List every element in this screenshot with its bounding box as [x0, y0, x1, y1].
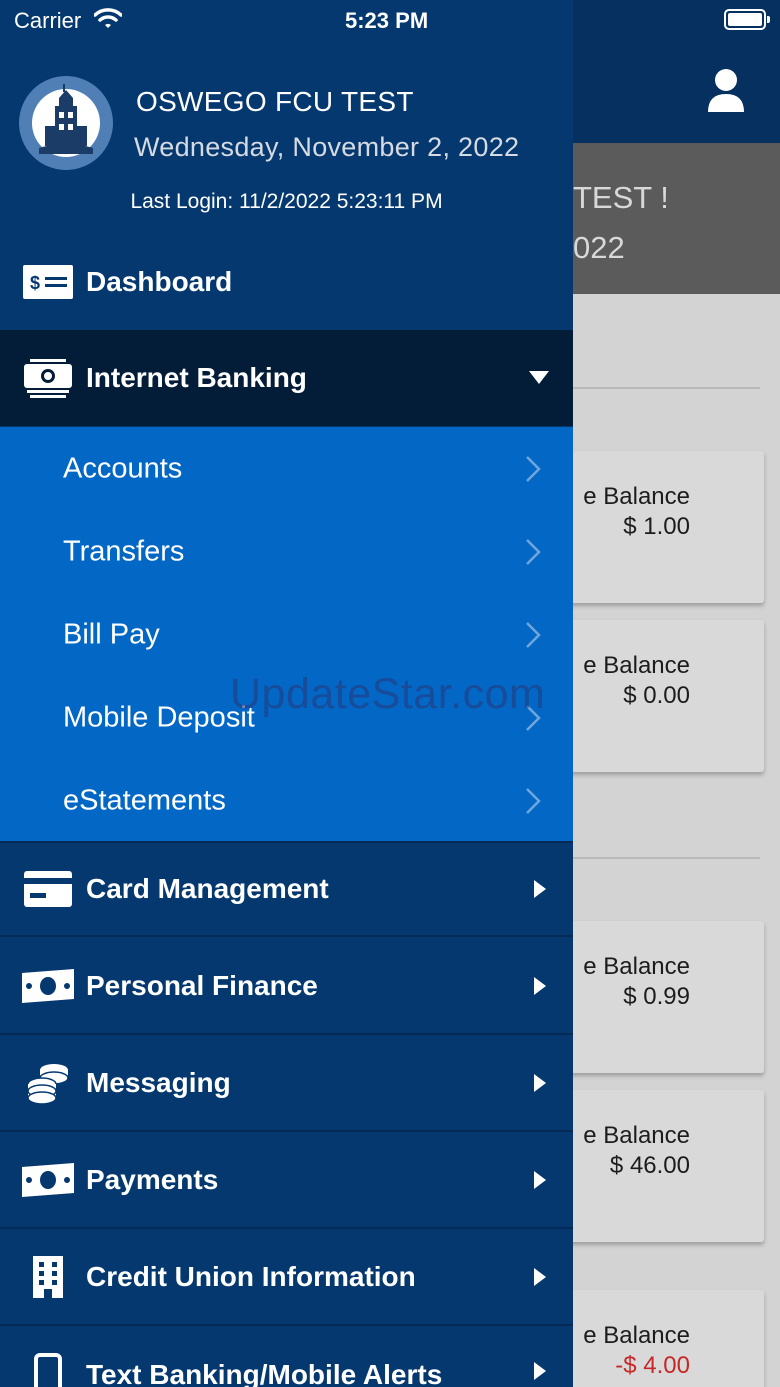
- menu-label: Payments: [86, 1164, 219, 1195]
- caret-right-icon: [534, 1074, 546, 1092]
- cash-icon: [22, 1158, 74, 1202]
- menu-item-personal-finance[interactable]: Personal Finance: [0, 939, 573, 1035]
- menu-label: Messaging: [86, 1067, 231, 1098]
- navigation-drawer: OSWEGO FCU TEST Wednesday, November 2, 2…: [0, 0, 573, 1387]
- last-login-text: Last Login: 11/2/2022 5:23:11 PM: [130, 190, 443, 213]
- menu-item-payments[interactable]: Payments: [0, 1133, 573, 1229]
- menu-label: Personal Finance: [86, 970, 318, 1001]
- svg-text:$: $: [30, 273, 40, 293]
- balance-label: e Balance: [583, 483, 690, 510]
- welcome-text: TEST !: [573, 180, 669, 215]
- chevron-right-icon: [526, 787, 541, 814]
- balance-label: e Balance: [583, 1322, 690, 1349]
- submenu-label: Mobile Deposit: [63, 701, 255, 733]
- menu-label: Credit Union Information: [86, 1261, 416, 1292]
- balance-value: $ 1.00: [623, 513, 690, 540]
- balance-value: $ 0.00: [623, 682, 690, 709]
- cash-icon: [22, 964, 74, 1008]
- balance-label: e Balance: [583, 1122, 690, 1149]
- carrier-name: Carrier: [14, 8, 82, 33]
- menu-label: Dashboard: [86, 266, 233, 297]
- dollar-bill-icon: $: [22, 260, 74, 304]
- menu-item-messaging[interactable]: Messaging: [0, 1036, 573, 1132]
- account-card[interactable]: e Balance $ 0.00: [540, 620, 764, 772]
- submenu-item-accounts[interactable]: Accounts: [0, 427, 573, 510]
- organization-name: OSWEGO FCU TEST: [136, 86, 414, 117]
- wifi-icon: [94, 8, 122, 28]
- submenu-item-mobile-deposit[interactable]: Mobile Deposit: [0, 676, 573, 759]
- submenu-label: Transfers: [63, 535, 185, 567]
- balance-label: e Balance: [583, 953, 690, 980]
- menu-label: Card Management: [86, 873, 329, 904]
- submenu-item-transfers[interactable]: Transfers: [0, 510, 573, 593]
- account-card[interactable]: e Balance $ 46.00: [540, 1090, 764, 1242]
- chevron-right-icon: [526, 538, 541, 565]
- caret-right-icon: [534, 1362, 546, 1380]
- current-date: Wednesday, November 2, 2022: [134, 132, 520, 162]
- balance-value: -$ 4.00: [615, 1352, 690, 1379]
- menu-label: Text Banking/Mobile Alerts: [86, 1359, 443, 1387]
- caret-right-icon: [534, 1171, 546, 1189]
- money-stack-icon: [22, 356, 74, 400]
- caret-down-icon: [529, 371, 549, 384]
- submenu-label: eStatements: [63, 784, 226, 816]
- section-divider: [573, 387, 760, 389]
- section-divider: [573, 857, 760, 859]
- coins-icon: [22, 1061, 74, 1105]
- credit-union-logo: [19, 76, 113, 170]
- account-card[interactable]: e Balance $ 1.00: [540, 451, 764, 603]
- welcome-date-text: 022: [573, 230, 625, 265]
- status-bar: Carrier 5:23 PM: [0, 0, 780, 42]
- balance-value: $ 0.99: [623, 983, 690, 1010]
- balance-value: $ 46.00: [609, 1152, 690, 1179]
- menu-item-card-management[interactable]: Card Management: [0, 841, 573, 937]
- chevron-right-icon: [526, 621, 541, 648]
- caret-right-icon: [534, 977, 546, 995]
- chevron-right-icon: [526, 704, 541, 731]
- building-icon: [22, 1255, 74, 1299]
- user-profile-icon[interactable]: [706, 68, 746, 114]
- balance-label: e Balance: [583, 652, 690, 679]
- submenu-label: Bill Pay: [63, 618, 160, 650]
- account-card[interactable]: e Balance -$ 4.00: [540, 1290, 764, 1387]
- mobile-phone-icon: [22, 1353, 74, 1387]
- menu-item-internet-banking[interactable]: Internet Banking: [0, 330, 573, 426]
- chevron-right-icon: [526, 455, 541, 482]
- menu-item-text-banking-mobile-alerts[interactable]: Text Banking/Mobile Alerts: [0, 1327, 573, 1387]
- menu-item-dashboard[interactable]: $ Dashboard: [0, 234, 573, 330]
- caret-right-icon: [534, 880, 546, 898]
- battery-icon: [724, 9, 770, 30]
- menu-label: Internet Banking: [86, 362, 307, 393]
- status-time: 5:23 PM: [345, 8, 429, 33]
- submenu-item-bill-pay[interactable]: Bill Pay: [0, 593, 573, 676]
- credit-card-icon: [22, 867, 74, 911]
- menu-item-credit-union-information[interactable]: Credit Union Information: [0, 1230, 573, 1326]
- account-card[interactable]: e Balance $ 0.99: [540, 921, 764, 1073]
- submenu-label: Accounts: [63, 452, 183, 484]
- submenu-item-estatements[interactable]: eStatements: [0, 759, 573, 842]
- caret-right-icon: [534, 1268, 546, 1286]
- internet-banking-submenu: Accounts Transfers Bill Pay Mobile Depos…: [0, 427, 573, 841]
